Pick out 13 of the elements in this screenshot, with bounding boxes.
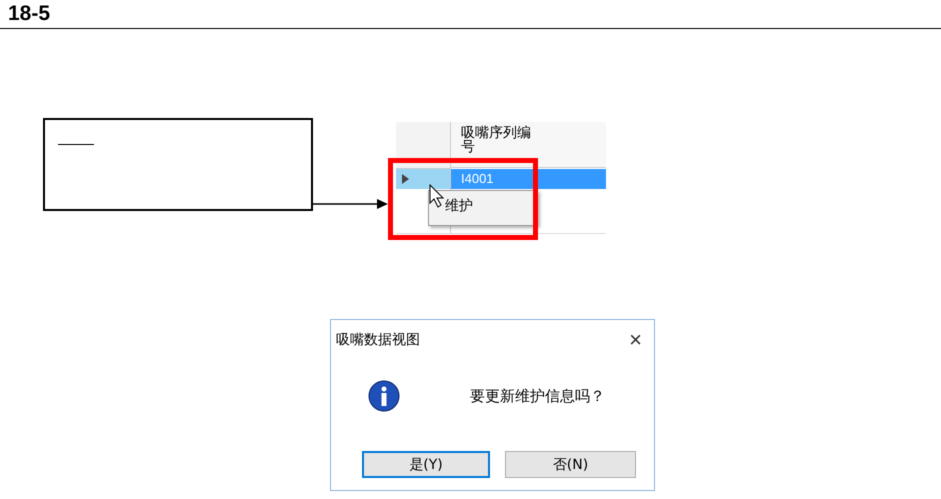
dialog-message: 要更新维护信息吗？ [470,386,605,406]
dialog-title: 吸嘴数据视图 [336,331,420,349]
row-header[interactable] [396,169,451,189]
section-number: 18-5 [7,1,52,27]
current-row-icon [402,174,409,184]
column-header[interactable]: 吸嘴序列编号 [451,122,606,168]
close-button[interactable]: × [629,327,642,353]
menu-item[interactable]: 维护 [445,197,473,215]
dialog-button[interactable]: 否(N) [505,451,636,478]
dialog-button[interactable]: 是(Y) [362,451,490,478]
blank-underline [58,144,94,145]
cursor-icon [429,184,445,208]
info-icon [368,380,400,412]
